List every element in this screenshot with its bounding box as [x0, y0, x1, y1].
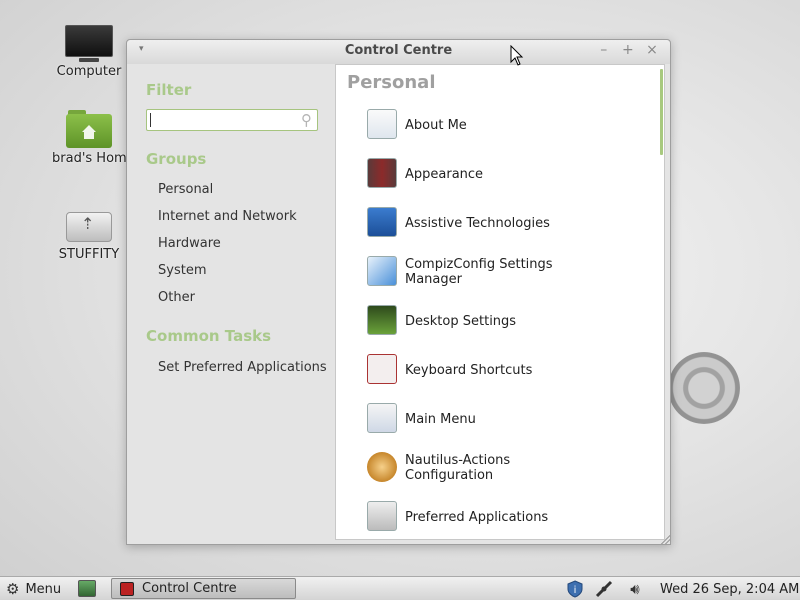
preferred-apps-icon — [367, 501, 397, 531]
desktop-icon-home[interactable]: brad's Home — [44, 110, 135, 166]
svg-text:i: i — [574, 585, 577, 596]
search-icon: ⚲ — [301, 111, 312, 129]
wallpaper-logo — [668, 352, 740, 424]
item-about-me[interactable]: About Me — [367, 109, 637, 141]
desktop-settings-icon — [367, 305, 397, 335]
desktop-icon-label: brad's Home — [52, 151, 135, 166]
desktop-icon-usb[interactable]: ⇡ STUFFITY — [44, 208, 134, 262]
desktop-icon-computer[interactable]: Computer — [44, 25, 134, 79]
update-shield-icon[interactable]: i — [564, 579, 586, 599]
common-tasks-heading: Common Tasks — [146, 327, 272, 345]
item-label: Preferred Applications — [405, 509, 549, 525]
filter-heading: Filter — [146, 81, 192, 99]
desktop-icon-label: Computer — [56, 64, 122, 79]
group-internet-and-network[interactable]: Internet and Network — [158, 209, 297, 224]
taskbar-window-label: Control Centre — [142, 581, 237, 596]
group-hardware[interactable]: Hardware — [158, 236, 221, 251]
main-menu-icon — [367, 403, 397, 433]
about-me-icon — [367, 109, 397, 139]
item-compizconfig[interactable]: CompizConfig Settings Manager — [367, 256, 637, 288]
section-title: Personal — [347, 72, 436, 93]
settings-panel: Personal About Me Appearance Assistive T… — [335, 64, 665, 540]
groups-heading: Groups — [146, 150, 207, 168]
group-system[interactable]: System — [158, 263, 206, 278]
item-label: Desktop Settings — [405, 313, 517, 329]
mouse-pointer-icon — [510, 45, 524, 66]
taskbar: ⚙ Menu Control Centre i 🔊︎ Wed 26 Sep, 2… — [0, 576, 800, 600]
item-keyboard-shortcuts[interactable]: Keyboard Shortcuts — [367, 354, 637, 386]
titlebar[interactable]: ▾ Control Centre – + × — [127, 40, 670, 64]
show-desktop-launcher-icon[interactable] — [78, 580, 96, 597]
control-centre-window: ▾ Control Centre – + × Filter ⚲ Groups P… — [126, 39, 671, 545]
computer-icon — [65, 25, 113, 62]
compiz-icon — [367, 256, 397, 286]
item-desktop-settings[interactable]: Desktop Settings — [367, 305, 637, 337]
menu-button[interactable]: ⚙ Menu — [6, 579, 61, 599]
item-appearance[interactable]: Appearance — [367, 158, 637, 190]
item-label: Nautilus-Actions Configuration — [405, 453, 511, 483]
item-label: About Me — [405, 117, 467, 133]
control-centre-icon — [120, 581, 134, 596]
clock[interactable]: Wed 26 Sep, 2:04 AM — [660, 579, 799, 599]
menu-label: Menu — [25, 581, 62, 597]
item-label: Assistive Technologies — [405, 215, 550, 231]
taskbar-window-button[interactable]: Control Centre — [111, 578, 296, 599]
task-set-preferred-applications[interactable]: Set Preferred Applications — [158, 360, 327, 375]
item-main-menu[interactable]: Main Menu — [367, 403, 637, 435]
item-label: Appearance — [405, 166, 484, 182]
volume-icon[interactable]: 🔊︎ — [624, 579, 646, 599]
item-label: CompizConfig Settings Manager — [405, 257, 553, 287]
group-personal[interactable]: Personal — [158, 182, 213, 197]
group-other[interactable]: Other — [158, 290, 195, 305]
close-button[interactable]: × — [642, 42, 662, 58]
item-preferred-applications[interactable]: Preferred Applications — [367, 501, 637, 533]
gear-icon: ⚙ — [6, 580, 20, 598]
minimize-button[interactable]: – — [594, 42, 614, 58]
desktop-icon-label: STUFFITY — [58, 247, 120, 262]
item-label: Main Menu — [405, 411, 476, 427]
network-icon[interactable] — [593, 579, 615, 599]
sidebar: Filter ⚲ Groups Personal Internet and Ne… — [127, 64, 335, 544]
text-cursor — [150, 113, 151, 127]
accessibility-icon — [367, 207, 397, 237]
window-title: Control Centre — [344, 43, 453, 58]
item-assistive-technologies[interactable]: Assistive Technologies — [367, 207, 637, 239]
resize-grip[interactable] — [660, 534, 670, 544]
appearance-icon — [367, 158, 397, 188]
search-input[interactable]: ⚲ — [146, 109, 318, 131]
maximize-button[interactable]: + — [618, 42, 638, 58]
home-folder-icon — [66, 110, 112, 148]
item-nautilus-actions[interactable]: Nautilus-Actions Configuration — [367, 452, 637, 484]
keyboard-icon — [367, 354, 397, 384]
item-label: Keyboard Shortcuts — [405, 362, 533, 378]
nautilus-actions-icon — [367, 452, 397, 482]
scrollbar[interactable] — [660, 69, 663, 155]
usb-drive-icon: ⇡ — [66, 208, 112, 244]
